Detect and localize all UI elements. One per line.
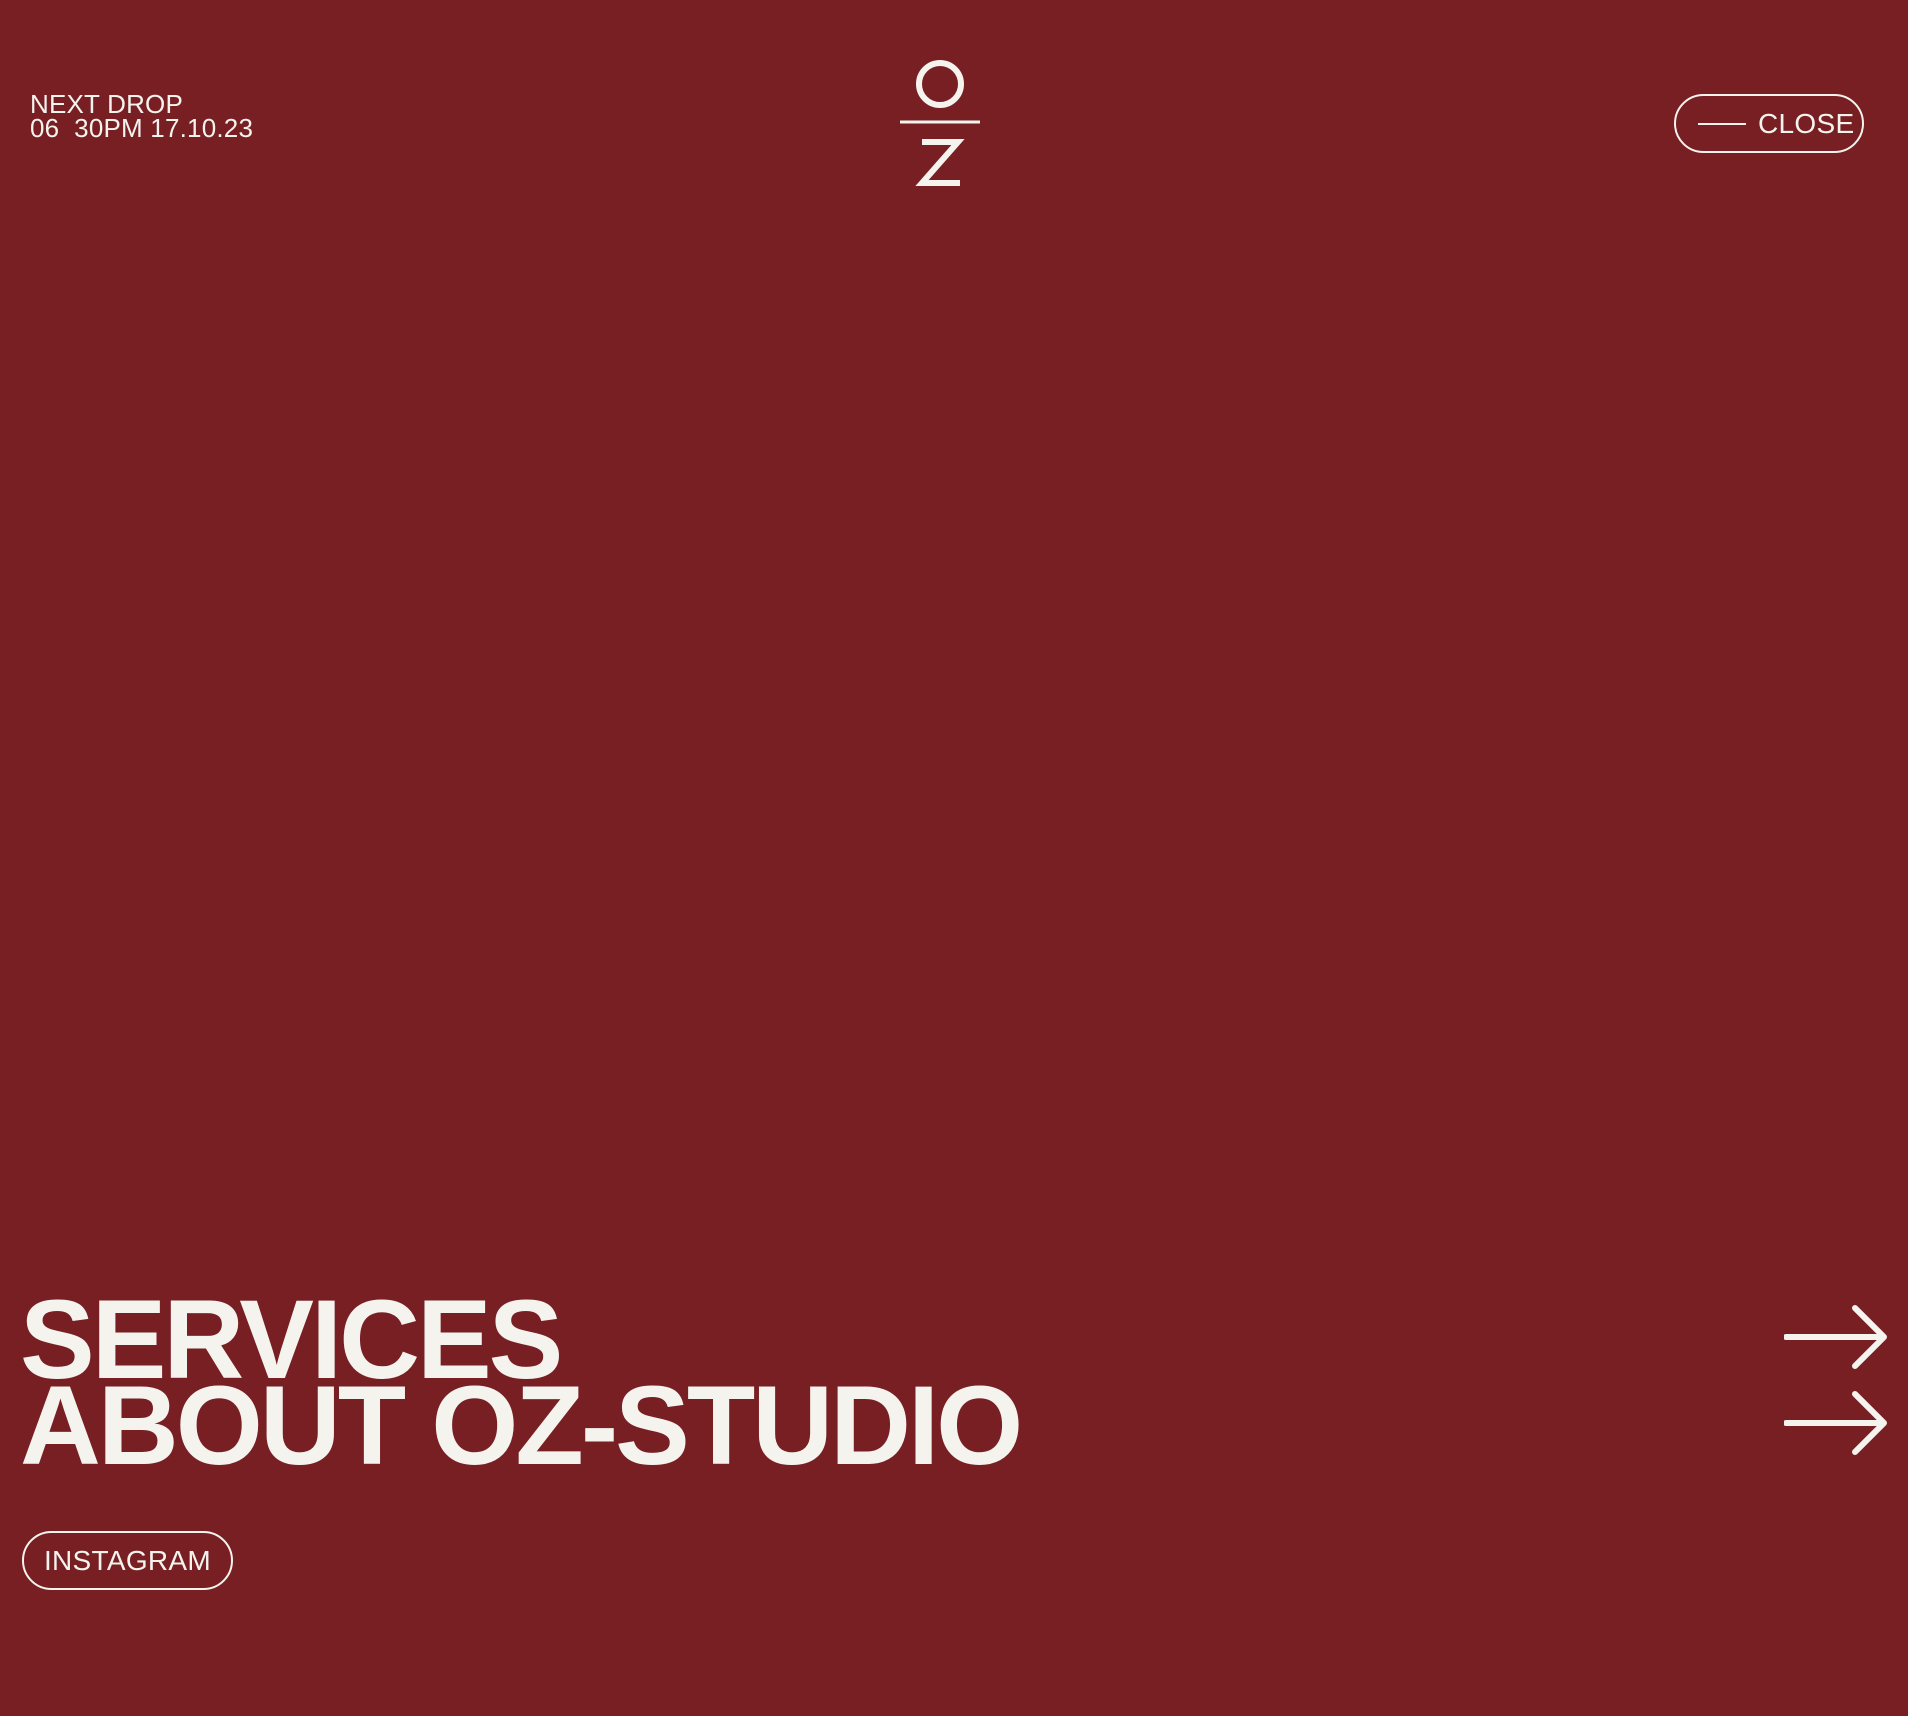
close-button-label: CLOSE [1758, 107, 1855, 139]
instagram-button-label: INSTAGRAM [43, 1544, 212, 1576]
arrow-right-icon [1784, 1391, 1887, 1455]
oz-logo-mark [900, 60, 980, 186]
menu-item-about[interactable]: ABOUT OZ-STUDIO [20, 1370, 1888, 1482]
oz-logo[interactable] [898, 56, 982, 192]
instagram-button[interactable]: INSTAGRAM [22, 1531, 233, 1590]
dash-icon [1698, 122, 1746, 125]
close-button[interactable]: CLOSE [1674, 94, 1864, 153]
menu-item-label: ABOUT OZ-STUDIO [20, 1363, 1023, 1488]
menu-nav: SERVICES ABOUT OZ-STUDIO [20, 1284, 1888, 1482]
next-drop-time: 06 30PM 17.10.23 [30, 113, 254, 143]
arrow-right-icon [1784, 1305, 1887, 1369]
next-drop-info: NEXT DROP 06 30PM 17.10.23 [30, 91, 254, 143]
